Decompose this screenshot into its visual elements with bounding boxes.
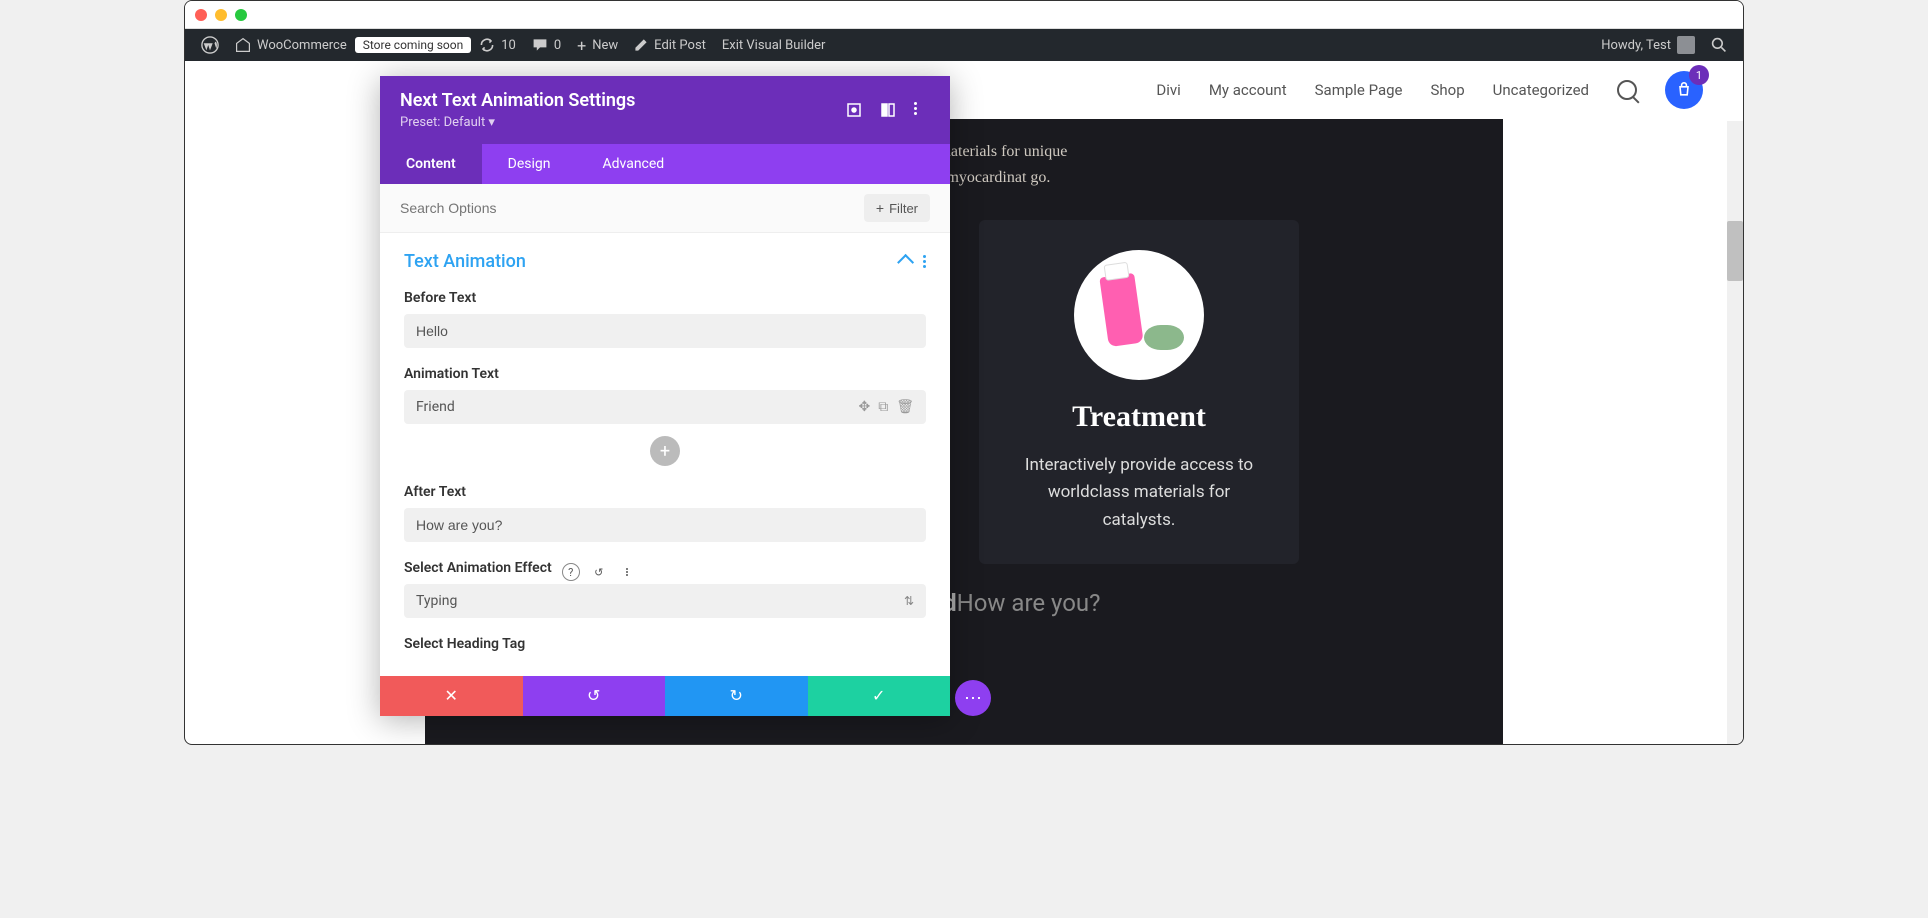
greeting: Howdy, Test: [1601, 38, 1671, 53]
scroll-thumb[interactable]: [1727, 221, 1743, 281]
save-button[interactable]: ✓: [808, 676, 951, 716]
vertical-scrollbar[interactable]: [1727, 121, 1743, 744]
service-card-treatment: Treatment Interactively provide access t…: [979, 220, 1299, 564]
site-name: WooCommerce: [257, 38, 347, 53]
nav-my-account[interactable]: My account: [1209, 81, 1287, 99]
redo-button[interactable]: ↻: [665, 676, 808, 716]
exit-builder-link[interactable]: Exit Visual Builder: [714, 29, 833, 61]
reset-icon[interactable]: ↺: [590, 563, 608, 581]
avatar: [1677, 36, 1695, 54]
nav-sample-page[interactable]: Sample Page: [1315, 81, 1403, 99]
search-toggle[interactable]: [1703, 29, 1735, 61]
settings-tabs: Content Design Advanced: [380, 144, 950, 184]
filter-button[interactable]: +Filter: [864, 194, 930, 222]
search-options-input[interactable]: [400, 200, 864, 216]
window-minimize-button[interactable]: [215, 9, 227, 21]
card-desc: Interactively provide access to worldcla…: [1009, 452, 1269, 534]
divi-fab[interactable]: ⋯: [955, 680, 991, 716]
module-settings-modal: Next Text Animation Settings Preset: Def…: [380, 76, 950, 716]
cosmetics-icon: [1074, 250, 1204, 380]
modal-title: Next Text Animation Settings: [400, 90, 635, 111]
cart-badge: 1: [1689, 65, 1709, 85]
after-text-input[interactable]: [404, 508, 926, 542]
section-title[interactable]: Text Animation: [404, 251, 526, 272]
site-link[interactable]: WooCommerce: [227, 29, 355, 61]
undo-button[interactable]: ↺: [523, 676, 666, 716]
tab-content[interactable]: Content: [380, 144, 482, 184]
more-icon[interactable]: [914, 102, 930, 118]
help-icon[interactable]: ?: [562, 563, 580, 581]
nav-divi[interactable]: Divi: [1156, 81, 1180, 99]
nav-shop[interactable]: Shop: [1431, 81, 1465, 99]
add-animation-text-button[interactable]: +: [650, 436, 680, 466]
section-more-icon[interactable]: [923, 255, 926, 268]
card-title: Treatment: [1009, 400, 1269, 434]
cart-button[interactable]: 1: [1665, 71, 1703, 109]
comments-link[interactable]: 0: [524, 29, 569, 61]
comment-count: 0: [554, 38, 561, 53]
delete-icon[interactable]: 🗑: [896, 399, 914, 415]
window-close-button[interactable]: [195, 9, 207, 21]
field-more-icon[interactable]: [618, 563, 636, 581]
new-label: New: [592, 38, 618, 53]
new-link[interactable]: + New: [569, 29, 626, 61]
wp-logo-icon[interactable]: [193, 29, 227, 61]
wp-admin-bar: WooCommerce Store coming soon 10 0 + New…: [185, 29, 1743, 61]
duplicate-icon[interactable]: ⧉: [878, 399, 888, 415]
window-title-bar: [185, 1, 1743, 29]
store-status-badge[interactable]: Store coming soon: [355, 37, 472, 53]
animation-text-label: Animation Text: [404, 366, 926, 382]
edit-label: Edit Post: [654, 38, 706, 53]
animation-text-item[interactable]: Friend ✥ ⧉ 🗑: [404, 390, 926, 424]
before-text-label: Before Text: [404, 290, 926, 306]
expand-icon[interactable]: [846, 102, 862, 118]
nav-uncategorized[interactable]: Uncategorized: [1493, 81, 1589, 99]
collapse-icon[interactable]: [901, 255, 913, 268]
search-icon[interactable]: [1617, 80, 1637, 100]
preset-selector[interactable]: Preset: Default ▾: [400, 115, 635, 130]
modal-header[interactable]: Next Text Animation Settings Preset: Def…: [380, 76, 950, 144]
heading-tag-label: Select Heading Tag: [404, 636, 926, 652]
window-maximize-button[interactable]: [235, 9, 247, 21]
account-link[interactable]: Howdy, Test: [1593, 29, 1703, 61]
update-count: 10: [501, 38, 516, 53]
effect-label: Select Animation Effect: [404, 560, 552, 576]
snap-icon[interactable]: [880, 102, 896, 118]
edit-post-link[interactable]: Edit Post: [626, 29, 714, 61]
exit-label: Exit Visual Builder: [722, 38, 825, 53]
tab-advanced[interactable]: Advanced: [577, 144, 691, 184]
animation-effect-select[interactable]: Typing: [404, 584, 926, 618]
move-icon[interactable]: ✥: [858, 399, 870, 415]
updates-link[interactable]: 10: [471, 29, 524, 61]
after-text-label: After Text: [404, 484, 926, 500]
cancel-button[interactable]: ✕: [380, 676, 523, 716]
tab-design[interactable]: Design: [482, 144, 577, 184]
before-text-input[interactable]: [404, 314, 926, 348]
